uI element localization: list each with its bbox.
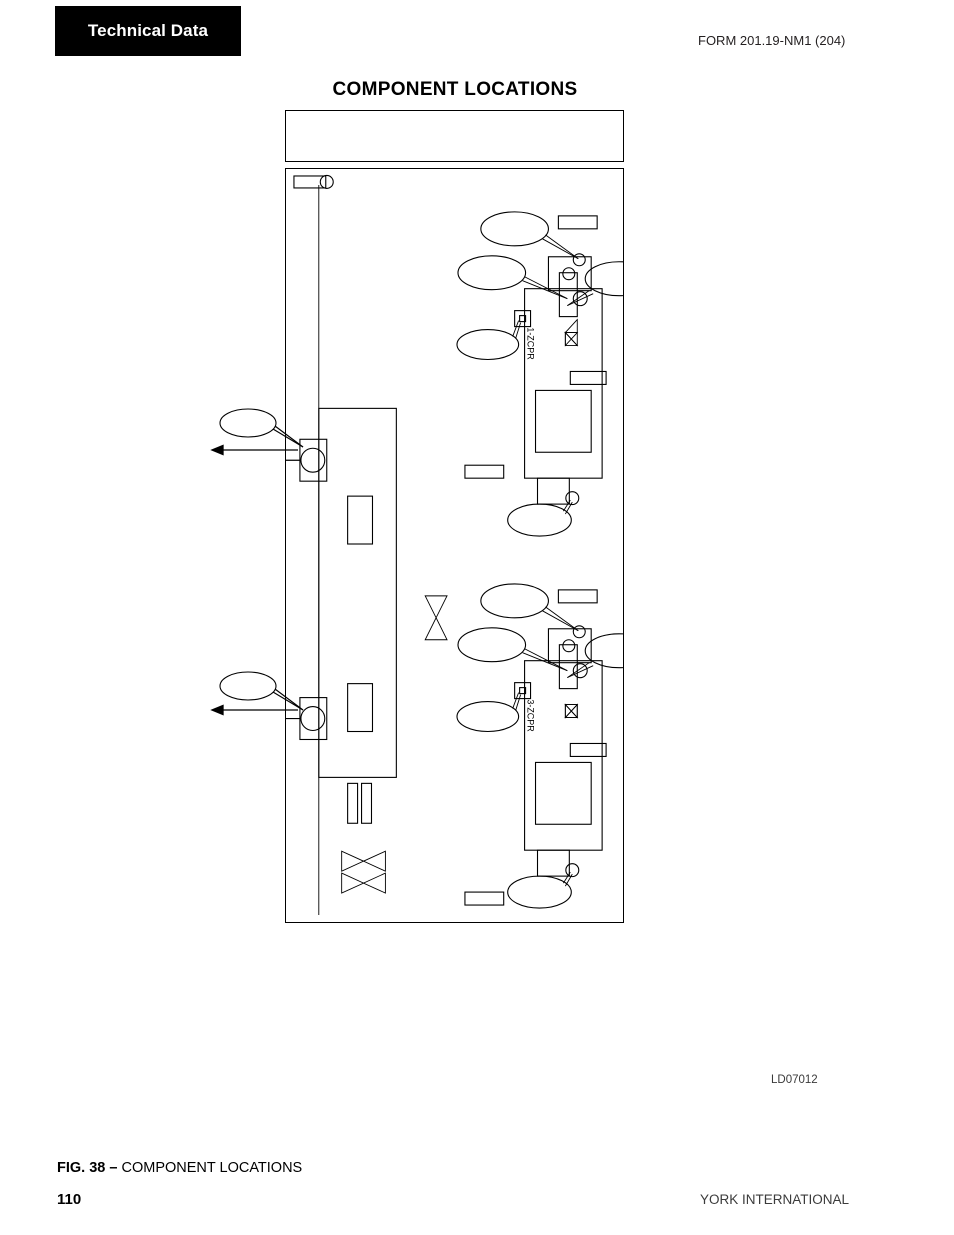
figure-caption-text: COMPONENT LOCATIONS xyxy=(121,1160,303,1176)
drawing-canvas: 1-ZCPR 3-ZCPR xyxy=(286,169,623,922)
riser-bars xyxy=(347,782,373,824)
valve-symbol-lower-a xyxy=(341,850,386,872)
compressor-2-label: 3-ZCPR xyxy=(526,699,536,732)
valve-symbol-mid xyxy=(424,595,448,641)
valve-symbol-unit2 xyxy=(564,703,579,719)
figure-caption-prefix: FIG. 38 – xyxy=(57,1160,122,1176)
legend-box xyxy=(285,110,624,162)
tag-unit2-top xyxy=(557,589,598,604)
drawing-number: LD07012 xyxy=(771,1074,818,1086)
callout-right-unit1 xyxy=(567,261,623,307)
compressor-unit-2 xyxy=(524,660,607,877)
callout-evaporator-lower xyxy=(219,671,304,711)
callout-top-left-unit1 xyxy=(480,211,579,260)
footer-company: YORK INTERNATIONAL xyxy=(700,1192,850,1207)
section-banner-label: Technical Data xyxy=(87,21,209,40)
tag-frame-corner xyxy=(293,174,334,189)
component-locations-drawing: 1-ZCPR 3-ZCPR xyxy=(285,168,624,923)
callout-switch-unit1 xyxy=(456,320,522,361)
valve-symbol-lower-b xyxy=(341,872,386,894)
drawing-svg: 1-ZCPR 3-ZCPR xyxy=(293,174,623,916)
callout-bottom-unit1 xyxy=(507,491,580,537)
callout-evaporator-upper xyxy=(219,408,304,448)
evaporator-vessel xyxy=(318,407,397,778)
tag-unit1-left xyxy=(464,464,505,479)
form-number: FORM 201.19-NM1 (204) xyxy=(698,33,846,48)
figure-title: COMPONENT LOCATIONS xyxy=(332,79,578,100)
callout-mid-left-unit1 xyxy=(457,255,568,300)
compressor-unit-1 xyxy=(524,288,607,505)
callout-mid-left-unit2 xyxy=(457,627,568,672)
tag-unit2-left xyxy=(464,891,505,906)
callout-top-left-unit2 xyxy=(480,583,579,632)
tag-unit1-top xyxy=(557,215,598,230)
callout-bottom-unit2 xyxy=(507,863,580,909)
compressor-1-label: 1-ZCPR xyxy=(526,327,536,360)
callout-right-unit2 xyxy=(567,633,623,679)
compressor-2-head xyxy=(547,625,592,690)
callout-switch-unit2 xyxy=(456,692,522,733)
page-number: 110 xyxy=(57,1191,82,1208)
section-banner: Technical Data xyxy=(55,6,241,56)
figure-caption: FIG. 38 – COMPONENT LOCATIONS xyxy=(57,1160,302,1176)
compressor-1-head xyxy=(547,253,592,318)
valve-symbol-unit1 xyxy=(564,318,579,347)
